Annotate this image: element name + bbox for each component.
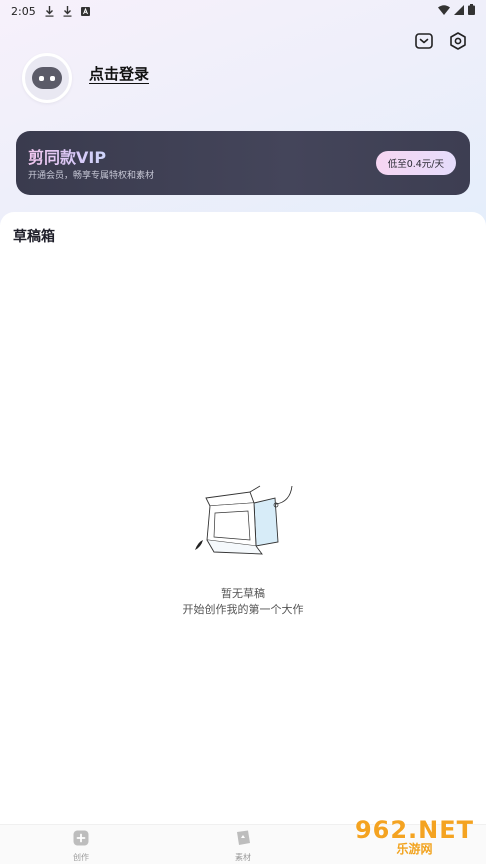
app-notification-icon — [80, 6, 90, 16]
wifi-icon — [438, 4, 450, 18]
vip-banner[interactable]: 剪同款VIP 开通会员，畅享专属特权和素材 低至0.4元/天 — [16, 131, 470, 195]
default-avatar-icon — [32, 67, 62, 89]
status-time: 2:05 — [11, 4, 36, 18]
empty-state-subtitle: 开始创作我的第一个大作 — [182, 603, 304, 616]
avatar[interactable] — [22, 53, 72, 103]
download-icon — [45, 5, 54, 17]
nav-material-label: 素材 — [235, 853, 251, 862]
vip-subtitle: 开通会员，畅享专属特权和素材 — [28, 171, 155, 181]
login-link[interactable]: 点击登录 — [89, 65, 150, 84]
nav-material[interactable]: 素材 — [213, 830, 273, 863]
header-actions — [414, 31, 468, 51]
drafts-section-title: 草稿箱 — [13, 229, 55, 245]
battery-icon — [468, 4, 475, 18]
site-watermark-logo: 962.NET 乐游网 — [347, 815, 482, 859]
empty-state-title: 暂无草稿 — [221, 587, 265, 600]
material-icon — [235, 830, 251, 850]
drafts-panel: 草稿箱 暂无草稿 开始创作我的第一个大作 — [0, 212, 486, 824]
vip-title: 剪同款VIP — [28, 144, 106, 168]
status-bar: 2:05 — [0, 0, 486, 22]
empty-box-icon — [192, 482, 302, 570]
nav-create-label: 创作 — [73, 853, 89, 862]
watermark-bottom-text: 乐游网 — [396, 842, 433, 856]
message-inbox-icon[interactable] — [414, 31, 434, 51]
nav-create[interactable]: 创作 — [51, 830, 111, 863]
settings-icon[interactable] — [448, 31, 468, 51]
download-icon — [63, 5, 72, 17]
vip-price-button[interactable]: 低至0.4元/天 — [375, 151, 456, 175]
watermark-top-text: 962.NET — [354, 816, 475, 844]
signal-icon — [454, 4, 464, 18]
create-plus-icon — [73, 830, 89, 850]
